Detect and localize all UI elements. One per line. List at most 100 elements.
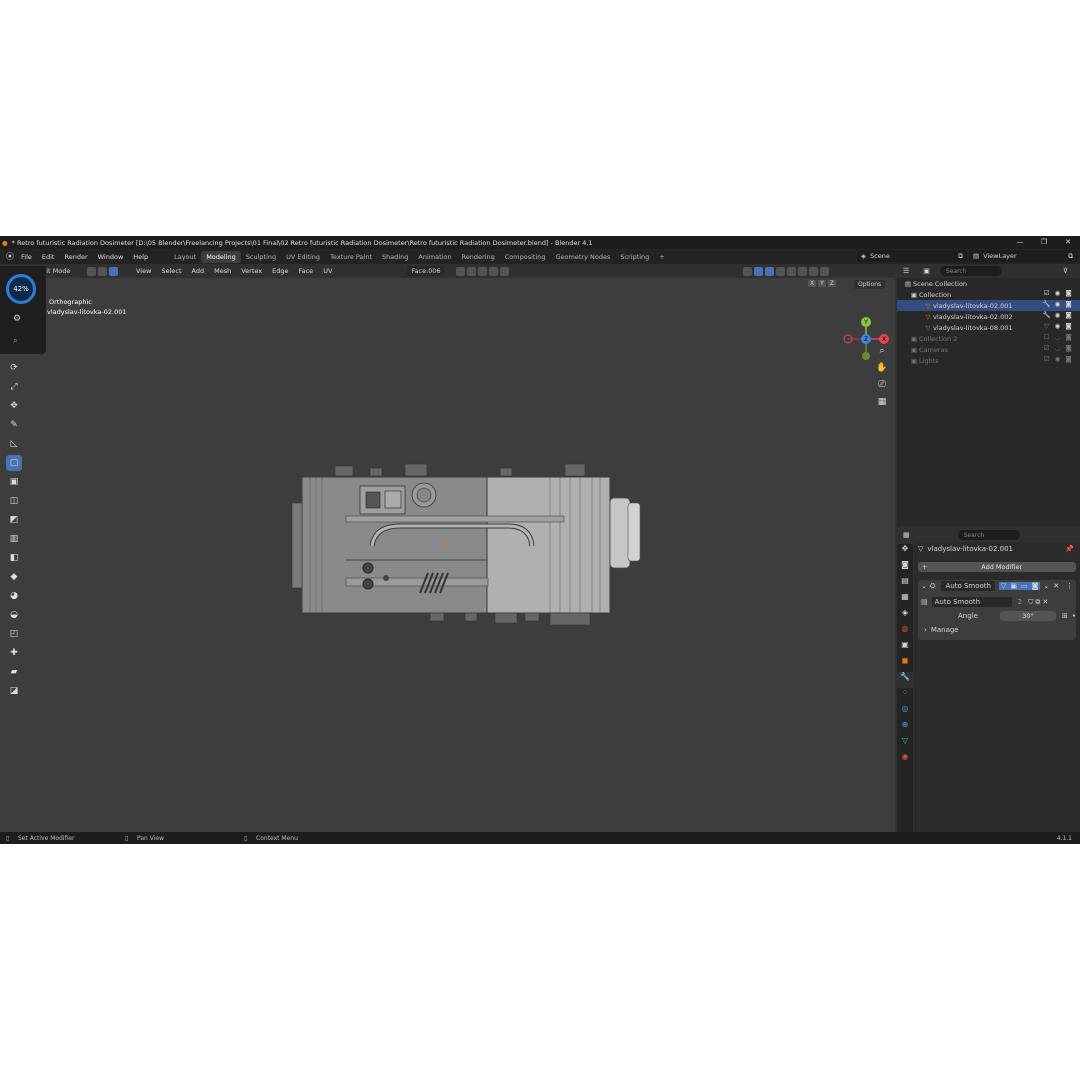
attribute-toggle-icon[interactable]: ⊞	[1062, 612, 1068, 620]
outliner-row[interactable]: ▤ Scene Collection	[897, 278, 1080, 289]
node-group-field[interactable]: Auto Smooth	[931, 597, 1012, 607]
mesh-data-icon[interactable]: ▽	[1041, 322, 1052, 330]
viewport-toggle-icon[interactable]: ▭	[1019, 582, 1030, 590]
edit-mode-toggle-icon[interactable]: ▽	[998, 582, 1009, 590]
annotate-tool-icon[interactable]: ✎	[6, 417, 22, 433]
tool-tab-icon[interactable]: ✥	[897, 544, 913, 560]
eye-icon[interactable]: ◉	[1052, 300, 1063, 308]
cpu-usage-indicator[interactable]: 42%	[6, 274, 36, 304]
modifier-wrench-icon[interactable]: 🔧	[1041, 300, 1052, 308]
close-button[interactable]: ✕	[1056, 236, 1080, 249]
shrink-fatten-tool-icon[interactable]: ✚	[6, 645, 22, 661]
outliner-row[interactable]: ▣ Cameras ☑ ◡ ◙	[897, 344, 1080, 355]
add-modifier-button[interactable]: + Add Modifier	[918, 562, 1076, 572]
falloff-button[interactable]	[499, 266, 509, 276]
fake-user-icon[interactable]: ⛉	[1028, 598, 1033, 607]
menu-file[interactable]: File	[16, 253, 37, 261]
face-select-button[interactable]	[109, 266, 118, 276]
scene-selector[interactable]: ◈ Scene ⧉	[857, 250, 967, 262]
widget-settings-icon[interactable]: ⚙	[13, 314, 21, 324]
new-scene-icon[interactable]: ⧉	[958, 252, 963, 261]
mirror-y-toggle[interactable]: Y	[818, 280, 826, 287]
gizmo-toggle-button[interactable]	[753, 266, 763, 276]
snap-toggle-button[interactable]	[466, 266, 476, 276]
unlink-icon[interactable]: ✕	[1042, 598, 1048, 606]
tab-uv-editing[interactable]: UV Editing	[281, 251, 325, 263]
view-layer-selector[interactable]: ▤ ViewLayer ⧉	[969, 250, 1077, 262]
maximize-button[interactable]: ❐	[1032, 236, 1056, 249]
measure-tool-icon[interactable]: ◺	[6, 436, 22, 452]
render-camera-icon[interactable]: ◙	[1063, 300, 1074, 308]
menu-uv[interactable]: UV	[318, 267, 337, 275]
spin-tool-icon[interactable]: ◕	[6, 588, 22, 604]
collapse-chevron-icon[interactable]: ⌄	[921, 582, 927, 590]
drag-handle-icon[interactable]: ⋮	[1066, 582, 1073, 590]
collection-tab-icon[interactable]: ▣	[897, 640, 913, 656]
outliner-row[interactable]: ▽ vladyslav-litovka-02.002 🔧 ◉ ◙	[897, 311, 1080, 322]
outliner-row[interactable]: ▽ vladyslav-litovka-08.001 ▽ ◉ ◙	[897, 322, 1080, 333]
transform-tool-icon[interactable]: ✥	[6, 398, 22, 414]
edge-select-button[interactable]	[98, 266, 107, 276]
shading-rendered-button[interactable]	[819, 266, 829, 276]
eye-icon[interactable]: ◉	[1052, 289, 1063, 297]
menu-render[interactable]: Render	[59, 253, 92, 261]
constraints-tab-icon[interactable]: ⊕	[897, 720, 913, 736]
menu-vertex[interactable]: Vertex	[236, 267, 267, 275]
outliner-editor-icon[interactable]: ☰	[903, 267, 909, 275]
mirror-z-toggle[interactable]: Z	[827, 280, 836, 287]
tab-scripting[interactable]: Scripting	[615, 251, 654, 263]
scale-tool-icon[interactable]: ⤢	[6, 379, 22, 395]
shading-material-button[interactable]	[808, 266, 818, 276]
zoom-icon[interactable]: ⌕	[875, 346, 889, 363]
tab-compositing[interactable]: Compositing	[500, 251, 551, 263]
tab-geometry-nodes[interactable]: Geometry Nodes	[551, 251, 616, 263]
rotate-tool-icon[interactable]: ⟳	[6, 360, 22, 376]
tab-shading[interactable]: Shading	[377, 251, 413, 263]
eye-icon[interactable]: ◉	[1052, 355, 1063, 363]
shear-tool-icon[interactable]: ▰	[6, 664, 22, 680]
angle-input[interactable]: 30°	[999, 611, 1056, 621]
transform-orientation-dropdown[interactable]: Face.006	[407, 266, 445, 276]
menu-help[interactable]: Help	[128, 253, 153, 261]
modifier-name-field[interactable]: Auto Smooth	[941, 581, 995, 591]
data-tab-icon[interactable]: ▽	[897, 736, 913, 752]
new-view-layer-icon[interactable]: ⧉	[1068, 252, 1073, 261]
properties-search-input[interactable]: Search	[957, 530, 1020, 540]
duplicate-icon[interactable]: ⧉	[1035, 598, 1040, 607]
render-camera-icon[interactable]: ◙	[1063, 333, 1074, 341]
node-tree-icon[interactable]: ▤	[921, 598, 928, 606]
modifier-wrench-icon[interactable]: 🔧	[1041, 311, 1052, 319]
menu-edit[interactable]: Edit	[37, 253, 60, 261]
options-dropdown[interactable]: Options	[854, 280, 886, 289]
tab-texture-paint[interactable]: Texture Paint	[325, 251, 377, 263]
render-toggle-icon[interactable]: ◙	[1029, 582, 1041, 590]
snap-target-button[interactable]	[477, 266, 487, 276]
extrude-tool-icon[interactable]: ▣	[6, 474, 22, 490]
remove-modifier-icon[interactable]: ✕	[1053, 582, 1059, 590]
render-tab-icon[interactable]: ◙	[897, 560, 913, 576]
outliner-row[interactable]: ▽ vladyslav-litovka-02.001 🔧 ◉ ◙	[897, 300, 1080, 311]
manage-row[interactable]: › Manage	[918, 624, 1076, 636]
3d-viewport[interactable]: Orthographic vladyslav-litovka-02.001 X …	[0, 278, 895, 832]
pivot-point-button[interactable]	[455, 266, 465, 276]
world-tab-icon[interactable]: ◍	[897, 624, 913, 640]
eye-icon[interactable]: ◉	[1052, 311, 1063, 319]
poly-build-tool-icon[interactable]: ◆	[6, 569, 22, 585]
proportional-editing-button[interactable]	[488, 266, 498, 276]
minimize-button[interactable]: —	[1008, 236, 1032, 249]
visibility-button[interactable]	[742, 266, 752, 276]
object-tab-icon[interactable]: ◼	[897, 656, 913, 672]
outliner-row[interactable]: ▣ Lights ☑ ◉ ◙	[897, 355, 1080, 366]
outliner-row[interactable]: ▣ Collection ☑ ◉ ◙	[897, 289, 1080, 300]
scene-tab-icon[interactable]: ◈	[897, 608, 913, 624]
ortho-grid-icon[interactable]: ▦	[875, 397, 889, 414]
bevel-tool-icon[interactable]: ◩	[6, 512, 22, 528]
eye-hidden-icon[interactable]: ◡	[1052, 333, 1063, 341]
tab-layout[interactable]: Layout	[169, 251, 201, 263]
modifier-tab-icon[interactable]: 🔧	[897, 672, 913, 688]
menu-mesh[interactable]: Mesh	[209, 267, 236, 275]
filter-icon[interactable]: ⊽	[1063, 267, 1068, 275]
eye-hidden-icon[interactable]: ◡	[1052, 344, 1063, 352]
camera-view-icon[interactable]: ⎚	[875, 380, 889, 397]
menu-edge[interactable]: Edge	[267, 267, 293, 275]
